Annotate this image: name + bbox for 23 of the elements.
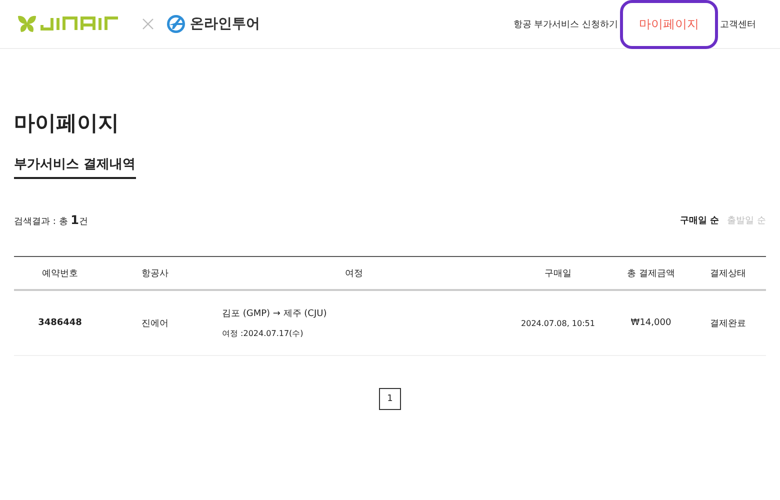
result-count: 검색결과 : 총 1건 <box>14 213 88 228</box>
column-header: 총 결제금액 <box>627 268 675 280</box>
booking-number: 3486448 <box>38 318 82 328</box>
nav-link[interactable]: 고객센터 <box>718 18 758 30</box>
route-text: 김포 (GMP) → 제주 (CJU) <box>222 308 327 320</box>
travel-date: 여정 :2024.07.17(수) <box>222 328 304 339</box>
purchase-date: 2024.07.08, 10:51 <box>521 318 595 328</box>
section-tab[interactable]: 부가서비스 결제내역 <box>14 155 136 179</box>
column-header: 여정 <box>345 268 363 280</box>
airline-cell-text: 진에어 <box>142 318 168 330</box>
close-icon <box>142 18 154 30</box>
column-header: 구매일 <box>544 268 572 280</box>
partner-logo-text: 온라인투어 <box>190 15 260 33</box>
column-header: 결제상태 <box>710 268 746 280</box>
status-cell-text: 결제완료 <box>710 318 746 330</box>
amount-cell: ₩14,000 <box>630 318 672 328</box>
nav-link[interactable]: 항공 부가서비스 신청하기 <box>511 18 620 30</box>
column-header: 예약번호 <box>42 268 78 280</box>
page-title: 마이페이지 <box>14 110 120 137</box>
sort-option[interactable]: 구매일 순 <box>680 214 720 227</box>
column-header: 항공사 <box>142 268 168 280</box>
page-button[interactable]: 1 <box>379 388 401 410</box>
plane-logo-icon <box>166 14 186 34</box>
